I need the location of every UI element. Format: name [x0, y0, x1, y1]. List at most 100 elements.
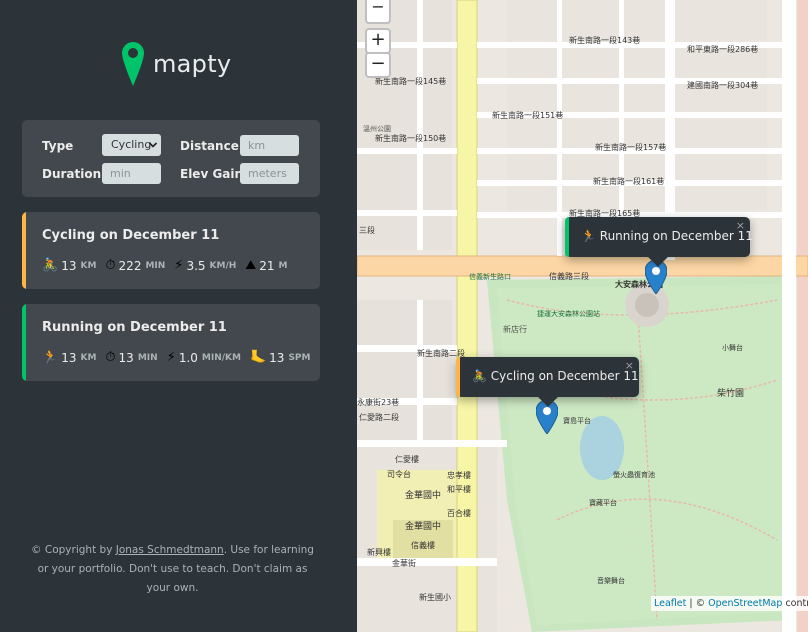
- map-label: 司令台: [387, 469, 411, 479]
- zoom-out-button[interactable]: −: [365, 52, 391, 78]
- sidebar: mapty Type Cycling Distance Duration Ele…: [0, 0, 357, 632]
- stat-unit: min: [137, 352, 158, 363]
- lightning-icon: ⚡: [166, 350, 176, 365]
- map-label: 新生南路一段151巷: [492, 110, 563, 120]
- attribution-suffix: contributors: [785, 598, 808, 609]
- stat-value: 3.5: [186, 258, 206, 273]
- map-label: 金華街: [392, 558, 416, 568]
- map-label: 新店行: [503, 324, 527, 334]
- map-tiles: 新生南路一段143巷 新生南路一段145巷 新生南路一段151巷 新生南路一段1…: [357, 0, 808, 632]
- stat-duration: ⏱ 13 min: [105, 350, 157, 365]
- workout-stats: 🏃 13 km ⏱ 13 min ⚡ 1.0 min/km 🦶 13 spm: [42, 350, 319, 365]
- map-label: 金華國中: [405, 489, 441, 501]
- popup-running[interactable]: 🏃 Running on December 11 ×: [565, 217, 753, 267]
- workout-stats: 🚴 13 km ⏱ 222 min ⚡ 3.5 km/h ⛰ 21 m: [42, 258, 296, 273]
- map-label: 百合樓: [447, 508, 471, 518]
- map-label: 信義樓: [411, 540, 435, 550]
- workout-title: Cycling on December 11: [42, 228, 220, 243]
- author-link[interactable]: Jonas Schmedtmann: [116, 544, 224, 556]
- stat-value: 13: [269, 350, 285, 365]
- map-label: 新生南路一段143巷: [569, 35, 640, 45]
- stat-unit: km: [80, 260, 97, 271]
- map-label: 金華國中: [405, 520, 441, 532]
- popup-content: 🏃 Running on December 11: [581, 229, 753, 243]
- distance-label: Distance: [180, 139, 239, 153]
- map-label: 和平東路一段286巷: [687, 44, 758, 54]
- stat-distance: 🏃 13 km: [42, 350, 96, 365]
- popup-text: Running on December 11: [599, 229, 753, 243]
- popup-content: 🚴 Cycling on December 11: [472, 369, 639, 383]
- map-label: 溫州公園: [363, 124, 391, 133]
- stat-unit: min/km: [201, 352, 241, 363]
- workout-title: Running on December 11: [42, 320, 227, 335]
- map-label: 柴竹園: [717, 387, 744, 399]
- workout-form: [22, 120, 320, 197]
- map-label: 新生南路一段161巷: [593, 176, 664, 186]
- cyclist-icon: 🚴: [42, 258, 59, 273]
- map-label: 建國南路一段304巷: [687, 80, 758, 90]
- map-label: 和平樓: [447, 484, 471, 494]
- workout-accent-bar: [22, 212, 26, 289]
- type-label: Type: [42, 139, 74, 153]
- type-select[interactable]: Cycling: [102, 134, 161, 156]
- duration-label: Duration: [42, 167, 102, 181]
- zoom-partial-button[interactable]: −: [365, 0, 391, 24]
- stat-value: 13: [61, 258, 77, 273]
- mountain-icon: ⛰: [245, 258, 257, 273]
- runner-icon: 🏃: [42, 350, 59, 365]
- map-pin-logo-icon: [122, 42, 144, 86]
- logo: mapty: [122, 42, 231, 86]
- stat-value: 1.0: [178, 350, 198, 365]
- popup-close-button[interactable]: ×: [625, 359, 634, 372]
- map-label: 新生南路一段150巷: [375, 133, 446, 143]
- map-label: 信義新生路口: [469, 272, 511, 281]
- map-label: 小舞台: [722, 343, 743, 352]
- workout-item-running[interactable]: Running on December 11 🏃 13 km ⏱ 13 min …: [22, 304, 320, 381]
- map-label: 新生國小: [419, 592, 451, 602]
- map-label: 音樂舞台: [597, 576, 625, 585]
- stopwatch-icon: ⏱: [105, 350, 116, 365]
- map-label: 仁愛路二段: [359, 412, 399, 422]
- copyright-prefix: © Copyright by: [31, 544, 116, 556]
- chevron-down-icon: [148, 134, 158, 156]
- popup-close-button[interactable]: ×: [736, 219, 745, 232]
- lightning-icon: ⚡: [174, 258, 184, 273]
- duration-input[interactable]: [102, 163, 161, 184]
- map-label: 寶藏平台: [589, 498, 617, 507]
- stat-pace: ⚡ 1.0 min/km: [167, 350, 241, 365]
- map-label: 仁愛樓: [395, 454, 419, 464]
- stat-duration: ⏱ 222 min: [105, 258, 165, 273]
- stat-value: 13: [118, 350, 134, 365]
- stat-speed: ⚡ 3.5 km/h: [174, 258, 236, 273]
- osm-link[interactable]: OpenStreetMap: [708, 598, 782, 609]
- stat-elevation: ⛰ 21 m: [245, 258, 287, 273]
- popup-accent-bar: [456, 357, 460, 397]
- distance-input[interactable]: [240, 135, 299, 156]
- runner-icon: 🏃: [581, 229, 596, 243]
- map-attribution: Leaflet | © OpenStreetMap contributors: [651, 596, 808, 611]
- map-label: 寶島平台: [563, 416, 591, 425]
- stat-value: 222: [118, 258, 142, 273]
- attribution-separator: | ©: [686, 598, 709, 609]
- leaflet-link[interactable]: Leaflet: [654, 598, 686, 609]
- map-label: 新興樓: [367, 547, 391, 557]
- logo-text: mapty: [153, 50, 232, 78]
- map-label: 螢火蟲復育池: [613, 470, 655, 479]
- elev-gain-input[interactable]: [240, 163, 299, 184]
- stat-unit: spm: [288, 352, 311, 363]
- map-label: 三段: [359, 225, 375, 235]
- elev-gain-label: Elev Gain: [180, 167, 244, 181]
- popup-accent-bar: [565, 217, 569, 257]
- map-label: 捷運大安森林公園站: [537, 309, 600, 318]
- stopwatch-icon: ⏱: [105, 258, 116, 273]
- workout-item-cycling[interactable]: Cycling on December 11 🚴 13 km ⏱ 222 min…: [22, 212, 320, 289]
- stat-value: 21: [259, 258, 275, 273]
- map-label: 忠孝樓: [447, 470, 471, 480]
- popup-text: Cycling on December 11: [490, 369, 639, 383]
- stat-unit: km/h: [209, 260, 237, 271]
- map[interactable]: 新生南路一段143巷 新生南路一段145巷 新生南路一段151巷 新生南路一段1…: [357, 0, 808, 632]
- zoom-in-button[interactable]: +: [365, 28, 391, 54]
- cyclist-icon: 🚴: [472, 369, 487, 383]
- popup-cycling[interactable]: 🚴 Cycling on December 11 ×: [456, 357, 639, 407]
- stat-unit: km: [80, 352, 97, 363]
